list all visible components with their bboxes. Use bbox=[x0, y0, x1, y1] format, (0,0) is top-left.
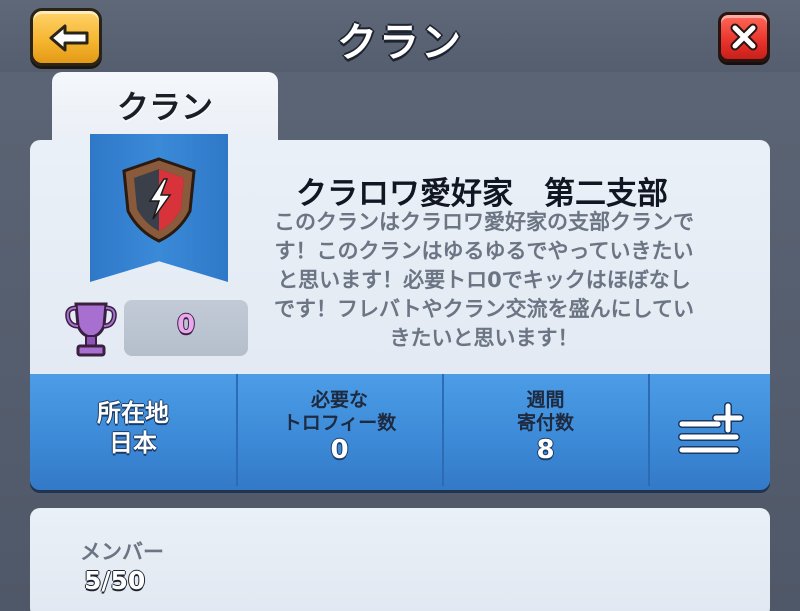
location-label: 所在地 bbox=[97, 399, 169, 427]
list-add-icon bbox=[677, 402, 744, 454]
clan-badge-lightning-icon bbox=[122, 157, 196, 243]
tab-clan-label: クラン bbox=[116, 88, 213, 126]
members-count: 5/50 bbox=[84, 566, 146, 595]
clan-description: このクランはクラロワ愛好家の支部クランです！このクランはゆるゆるでやっていきたい… bbox=[274, 210, 694, 350]
stat-required-trophies: 必要な トロフィー数 0 bbox=[237, 374, 442, 486]
stat-location: 所在地 日本 bbox=[30, 374, 236, 486]
trophy-count-box: 0 bbox=[124, 300, 248, 356]
trophy-count: 0 bbox=[176, 310, 196, 340]
clan-name: クラロワ愛好家 第二支部 bbox=[296, 176, 668, 212]
clan-stats-bar: 所在地 日本 必要な トロフィー数 0 週間 寄付数 8 bbox=[30, 374, 770, 490]
close-button[interactable] bbox=[718, 12, 770, 62]
donations-label-2: 寄付数 bbox=[516, 412, 574, 434]
page-title: クラン bbox=[337, 20, 463, 66]
donations-value: 8 bbox=[536, 435, 555, 465]
close-x-icon bbox=[730, 23, 758, 51]
stat-weekly-donations: 週間 寄付数 8 bbox=[443, 374, 648, 486]
location-value: 日本 bbox=[109, 429, 157, 457]
required-value: 0 bbox=[330, 435, 349, 465]
trophy-icon bbox=[65, 302, 117, 357]
donations-label-1: 週間 bbox=[526, 389, 565, 411]
required-label-2: トロフィー数 bbox=[282, 412, 397, 434]
members-label: メンバー bbox=[80, 540, 164, 564]
more-info-button[interactable] bbox=[649, 374, 770, 486]
required-label-1: 必要な bbox=[310, 389, 368, 411]
